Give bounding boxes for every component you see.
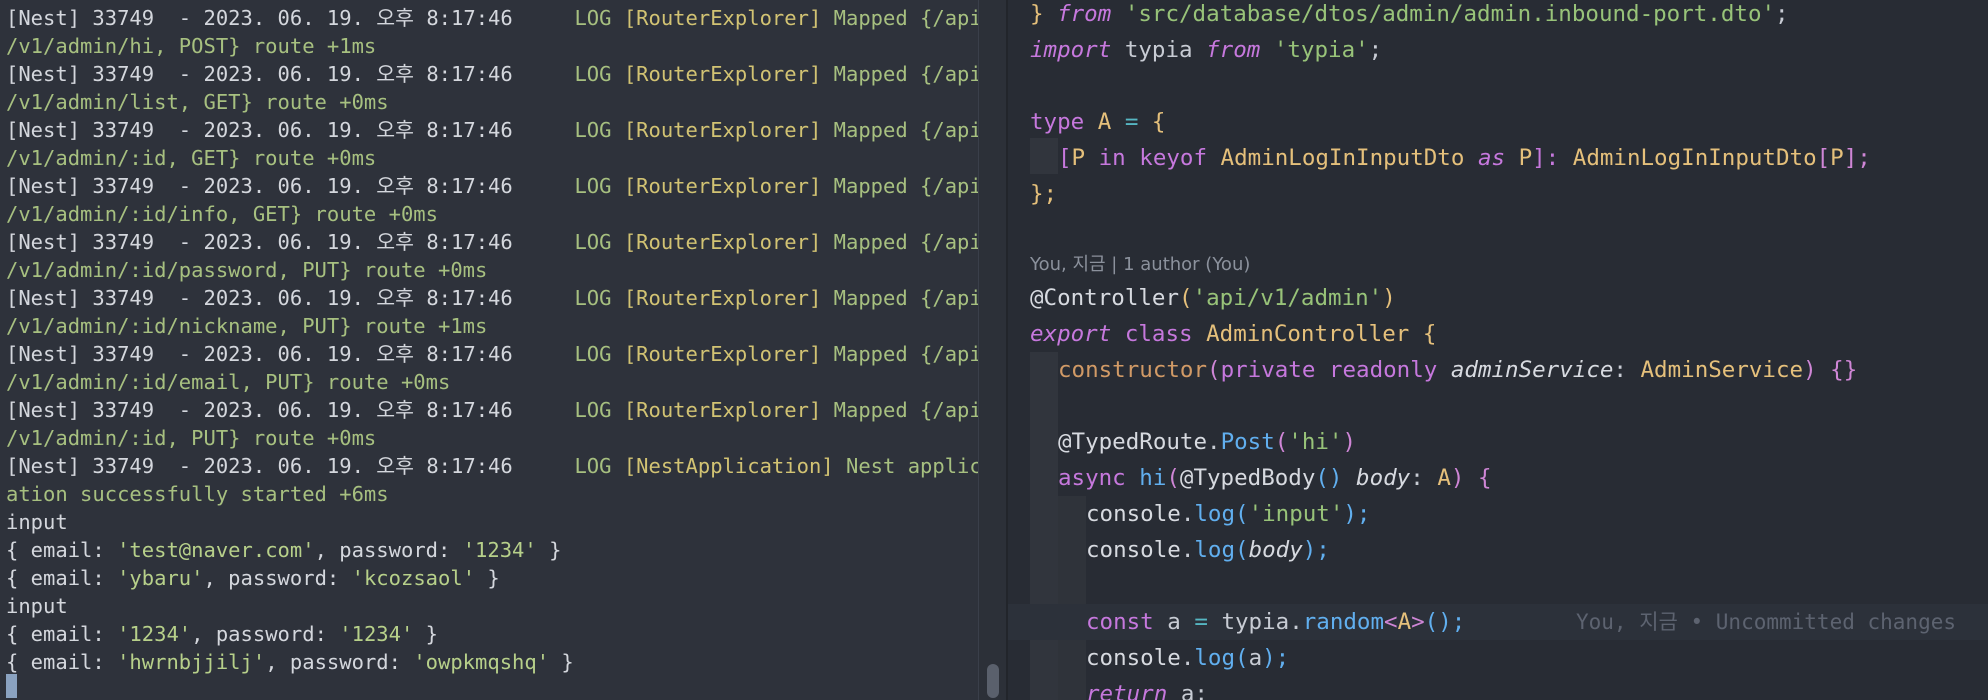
output-object: { email: 'test@naver.com', password: '12…	[6, 538, 562, 562]
log-line: [Nest] 33749 - 2023. 06. 19. 오후 8:17:46 …	[6, 398, 978, 422]
code-line[interactable]: [P in keyof AdminLogInInputDto as P]: Ad…	[1058, 140, 1871, 176]
app-window: [Nest] 33749 - 2023. 06. 19. 오후 8:17:46 …	[0, 0, 1988, 700]
code-editor[interactable]: } from 'src/database/dtos/admin/admin.in…	[1008, 0, 1988, 700]
indent-guide	[1030, 352, 1058, 700]
log-line-continuation: /v1/admin/:id, PUT} route +0ms	[6, 426, 377, 450]
output-object: { email: 'hwrnbjjilj', password: 'owpkmq…	[6, 650, 574, 674]
code-line[interactable]: constructor(private readonly adminServic…	[1058, 352, 1857, 388]
code-line[interactable]: };	[1030, 176, 1057, 212]
log-line: [Nest] 33749 - 2023. 06. 19. 오후 8:17:46 …	[6, 118, 978, 142]
log-line-continuation: ation successfully started +6ms	[6, 482, 389, 506]
code-line[interactable]: console.log('input');	[1086, 496, 1370, 532]
log-line: [Nest] 33749 - 2023. 06. 19. 오후 8:17:46 …	[6, 454, 978, 478]
code-line[interactable]: return a;	[1086, 676, 1208, 700]
log-line: [Nest] 33749 - 2023. 06. 19. 오후 8:17:46 …	[6, 230, 978, 254]
log-line-continuation: /v1/admin/:id/password, PUT} route +0ms	[6, 258, 488, 282]
log-line-continuation: /v1/admin/list, GET} route +0ms	[6, 90, 389, 114]
code-line[interactable]: @TypedRoute.Post('hi')	[1058, 424, 1356, 460]
indent-guide	[1058, 496, 1086, 700]
log-line: [Nest] 33749 - 2023. 06. 19. 오후 8:17:46 …	[6, 6, 978, 30]
code-line[interactable]: import typia from 'typia';	[1030, 32, 1382, 68]
output-object: { email: 'ybaru', password: 'kcozsaol' }	[6, 566, 500, 590]
output-input-label: input	[6, 510, 68, 534]
code-line[interactable]: @Controller('api/v1/admin')	[1030, 280, 1396, 316]
code-line[interactable]: const a = typia.random<A>();	[1086, 604, 1465, 640]
code-line[interactable]: console.log(body);	[1086, 532, 1330, 568]
output-object: { email: '1234', password: '1234' }	[6, 622, 439, 646]
terminal-scrollbar[interactable]	[978, 0, 1007, 700]
code-line[interactable]: console.log(a);	[1086, 640, 1289, 676]
inline-blame-annotation: You, 지금 • Uncommitted changes	[1576, 610, 1957, 634]
indent-guide	[1030, 138, 1058, 174]
terminal-cursor	[6, 674, 17, 698]
output-input-label: input	[6, 594, 68, 618]
log-line: [Nest] 33749 - 2023. 06. 19. 오후 8:17:46 …	[6, 286, 978, 310]
log-line-continuation: /v1/admin/hi, POST} route +1ms	[6, 34, 377, 58]
scrollbar-thumb[interactable]	[987, 664, 999, 698]
code-line[interactable]: type A = {	[1030, 104, 1165, 140]
log-line-continuation: /v1/admin/:id/email, PUT} route +0ms	[6, 370, 451, 394]
code-line[interactable]: async hi(@TypedBody() body: A) {	[1058, 460, 1492, 496]
code-line[interactable]: } from 'src/database/dtos/admin/admin.in…	[1030, 0, 1789, 32]
terminal-panel[interactable]: [Nest] 33749 - 2023. 06. 19. 오후 8:17:46 …	[0, 0, 978, 700]
log-line: [Nest] 33749 - 2023. 06. 19. 오후 8:17:46 …	[6, 342, 978, 366]
log-line-continuation: /v1/admin/:id/nickname, PUT} route +1ms	[6, 314, 488, 338]
codelens-blame[interactable]: You, 지금 | 1 author (You)	[1030, 250, 1250, 276]
log-line: [Nest] 33749 - 2023. 06. 19. 오후 8:17:46 …	[6, 174, 978, 198]
log-line-continuation: /v1/admin/:id/info, GET} route +0ms	[6, 202, 438, 226]
code-line[interactable]: export class AdminController {	[1030, 316, 1436, 352]
log-line: [Nest] 33749 - 2023. 06. 19. 오후 8:17:46 …	[6, 62, 978, 86]
log-line-continuation: /v1/admin/:id, GET} route +0ms	[6, 146, 377, 170]
